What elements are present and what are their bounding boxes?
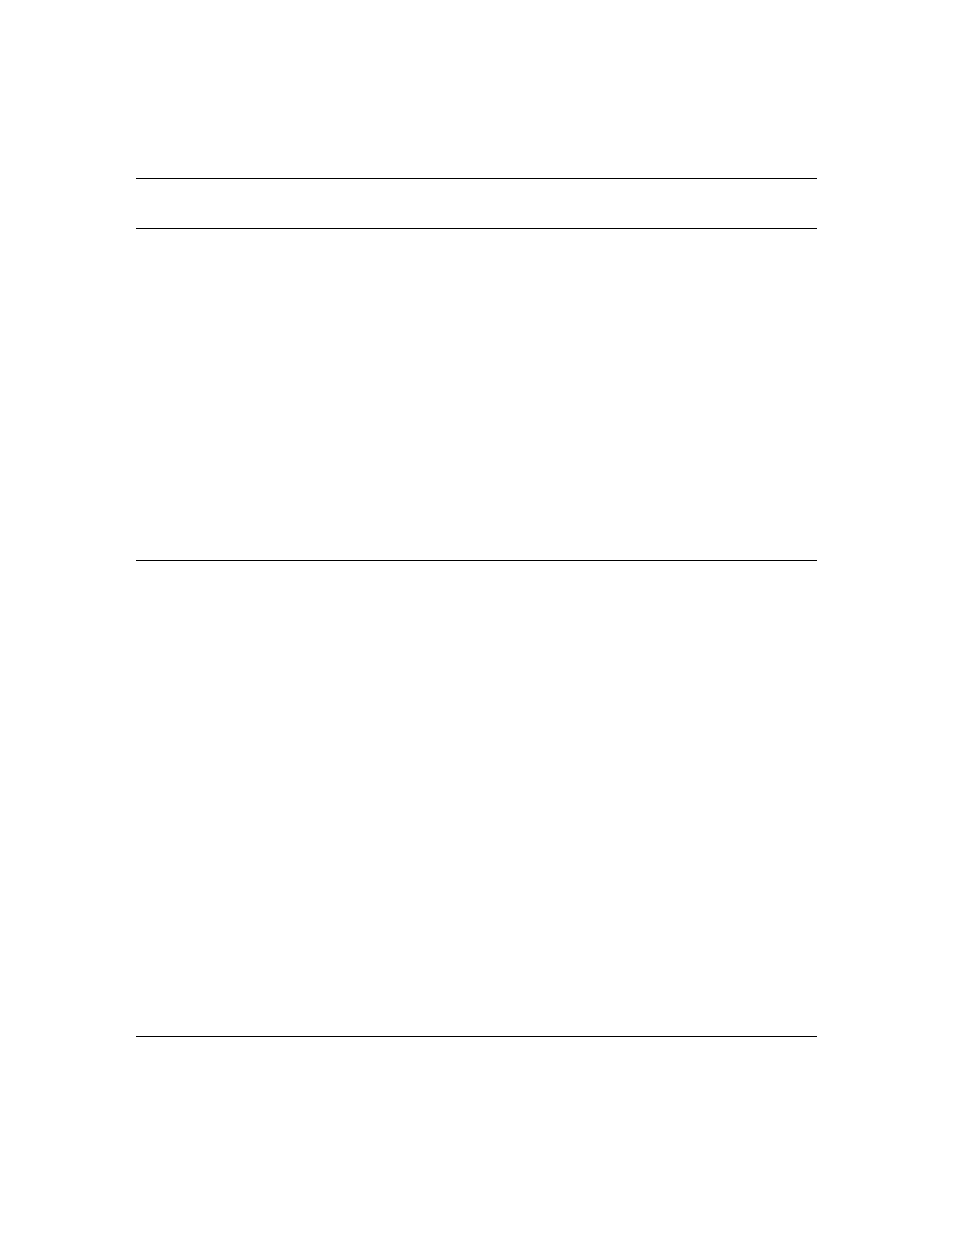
horizontal-rule xyxy=(136,228,817,229)
horizontal-rule xyxy=(136,1036,817,1037)
horizontal-rule xyxy=(136,560,817,561)
horizontal-rule xyxy=(136,178,817,179)
document-page xyxy=(0,0,954,1235)
